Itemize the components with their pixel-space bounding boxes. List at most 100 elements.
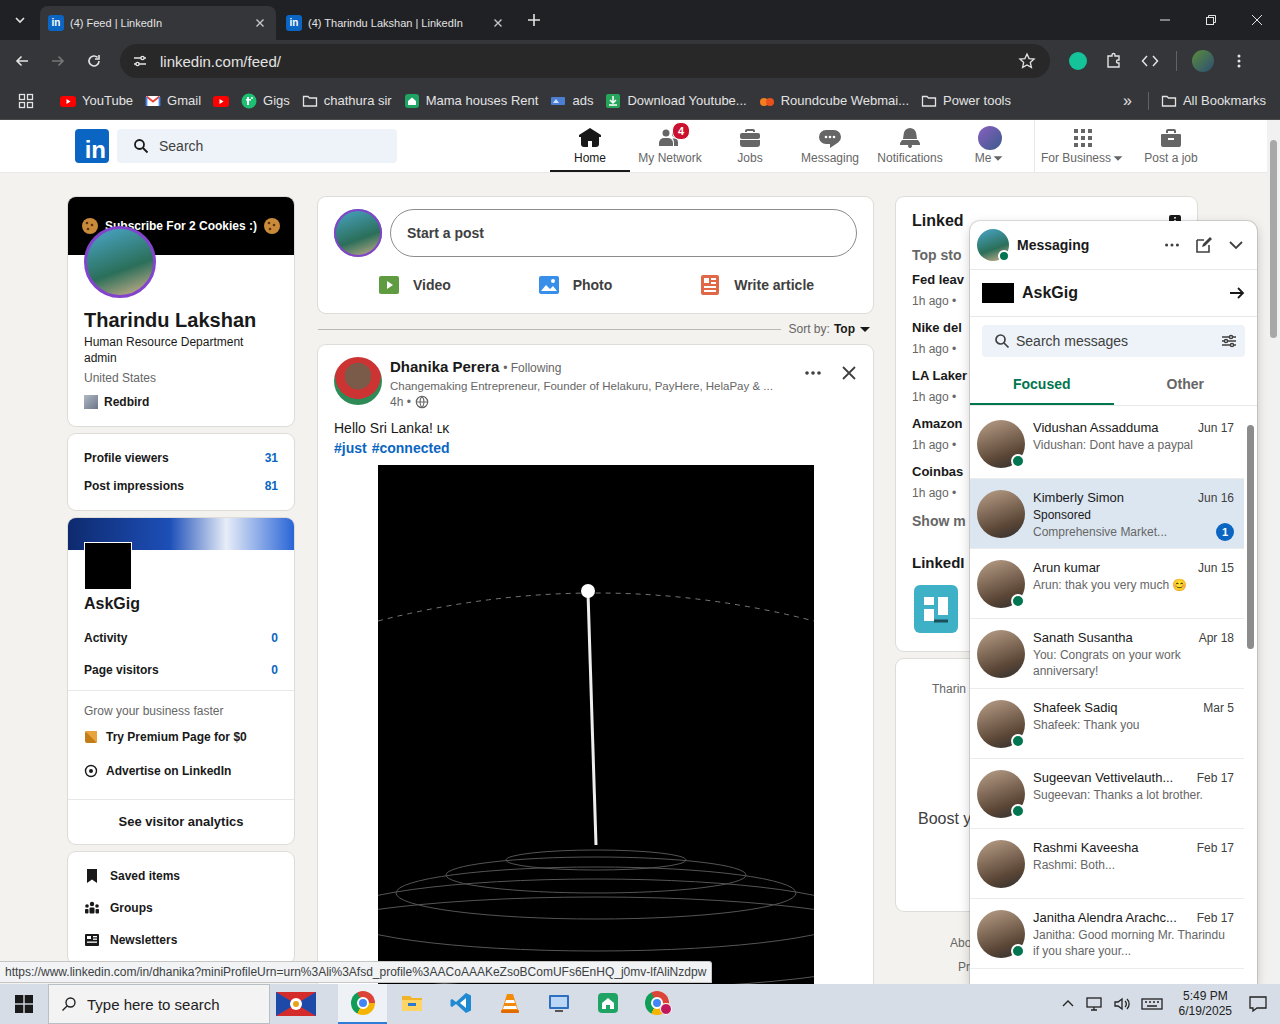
share-action-button[interactable]: Video: [369, 261, 459, 309]
conversation-item[interactable]: Shafeek Sadiq Mar 5 Shafeek: Thank you: [970, 689, 1244, 759]
linkedin-logo[interactable]: in: [75, 129, 109, 163]
share-action-button[interactable]: Photo: [529, 261, 621, 309]
nav-item[interactable]: Post a job: [1131, 120, 1211, 172]
share-action-button[interactable]: Write article: [690, 261, 822, 309]
page-logo[interactable]: [84, 542, 132, 590]
message-tab[interactable]: Focused: [970, 365, 1114, 405]
profile-company[interactable]: Redbird: [84, 394, 278, 410]
user-avatar[interactable]: [334, 209, 382, 257]
stat-row[interactable]: Profile viewers 31: [84, 444, 278, 472]
page-name[interactable]: AskGig: [84, 594, 278, 614]
nav-item[interactable]: Notifications: [870, 120, 950, 172]
scrollbar-thumb[interactable]: [1270, 140, 1277, 338]
chevron-up-icon[interactable]: [1061, 997, 1075, 1011]
shortcut-link[interactable]: Saved items: [84, 860, 278, 892]
volume-icon[interactable]: [1113, 996, 1131, 1012]
conversation-scrollbar[interactable]: [1244, 409, 1257, 984]
taskbar-search-field[interactable]: Type here to search: [48, 984, 270, 1024]
bookmark[interactable]: ads: [544, 89, 599, 113]
nav-item[interactable]: For Business: [1035, 120, 1131, 172]
more-options-button[interactable]: [797, 357, 829, 389]
bookmarks-overflow-button[interactable]: »: [1113, 92, 1142, 110]
address-bar[interactable]: linkedin.com/feed/: [120, 44, 1050, 78]
reload-button[interactable]: [76, 43, 112, 79]
bookmark[interactable]: YouTube: [54, 89, 139, 113]
taskbar-app[interactable]: [534, 984, 583, 1024]
nav-item[interactable]: Home: [550, 120, 630, 172]
browser-tab[interactable]: in (4) Feed | LinkedIn: [40, 6, 276, 40]
keyboard-icon[interactable]: [1141, 996, 1163, 1012]
taskbar-app[interactable]: [436, 984, 485, 1024]
devtools-button[interactable]: [1132, 43, 1168, 79]
bookmark[interactable]: Gmail: [139, 89, 207, 113]
grammarly-button[interactable]: [1060, 43, 1096, 79]
conversation-item[interactable]: Kimberly Simon Jun 16 Sponsored Comprehe…: [970, 479, 1244, 549]
author-name[interactable]: Dhanika Perera: [390, 357, 499, 377]
profile-photo[interactable]: [84, 226, 156, 298]
close-icon[interactable]: [252, 15, 268, 31]
conversation-item[interactable]: Arun kumar Jun 15 Arun: thak you very mu…: [970, 549, 1244, 619]
messaging-header[interactable]: Messaging: [970, 221, 1257, 269]
stat-row[interactable]: Post impressions 81: [84, 472, 278, 500]
bookmark[interactable]: Gigs: [235, 89, 296, 113]
conversation-item[interactable]: Sugeevan Vettivelauth... Feb 17 Sugeevan…: [970, 759, 1244, 829]
star-icon[interactable]: [1018, 52, 1036, 70]
tab-search-button[interactable]: [8, 8, 32, 32]
all-bookmarks-button[interactable]: All Bookmarks: [1155, 89, 1272, 113]
page-stat-row[interactable]: Activity 0: [84, 622, 278, 654]
profile-name[interactable]: Tharindu Lakshan: [84, 308, 278, 332]
caret-down-icon[interactable]: [857, 321, 873, 337]
page-stat-row[interactable]: Page visitors 0: [84, 654, 278, 686]
taskbar-app[interactable]: [632, 984, 681, 1024]
hashtag-link[interactable]: #just: [334, 438, 367, 458]
nav-item[interactable]: 4 My Network: [630, 120, 710, 172]
compose-icon[interactable]: [1195, 236, 1213, 254]
dismiss-post-button[interactable]: [833, 357, 865, 389]
profile-button[interactable]: [1185, 43, 1221, 79]
ellipsis-icon[interactable]: [1163, 236, 1181, 254]
bookmark[interactable]: Power tools: [915, 89, 1017, 113]
taskbar-app[interactable]: [387, 984, 436, 1024]
minimize-button[interactable]: [1142, 0, 1188, 40]
close-window-button[interactable]: [1234, 0, 1280, 40]
close-icon[interactable]: [490, 15, 506, 31]
extensions-button[interactable]: [1096, 43, 1132, 79]
visitor-analytics-link[interactable]: See visitor analytics: [68, 799, 294, 844]
promo-link[interactable]: Try Premium Page for $0: [84, 721, 278, 753]
post-image[interactable]: [378, 465, 814, 984]
chevron-down-icon[interactable]: [1227, 236, 1245, 254]
browser-tab[interactable]: in (4) Tharindu Lakshan | LinkedIn: [278, 6, 514, 40]
start-post-button[interactable]: Start a post: [390, 209, 857, 257]
message-tab[interactable]: Other: [1114, 365, 1258, 405]
notifications-icon[interactable]: [1248, 994, 1268, 1014]
nav-item[interactable]: Messaging: [790, 120, 870, 172]
shortcut-link[interactable]: Newsletters: [84, 924, 278, 956]
clock[interactable]: 5:49 PM 6/19/2025: [1179, 989, 1232, 1019]
message-search-field[interactable]: Search messages: [982, 325, 1245, 357]
start-button[interactable]: [0, 984, 48, 1024]
filter-icon[interactable]: [1221, 333, 1237, 349]
taskbar-app[interactable]: [583, 984, 632, 1024]
conversation-item[interactable]: Sanath Susantha Apr 18 You: Congrats on …: [970, 619, 1244, 689]
hashtag-link[interactable]: #connected: [372, 438, 450, 458]
scrollbar-thumb[interactable]: [1247, 425, 1254, 649]
promo-link[interactable]: Advertise on LinkedIn: [84, 755, 278, 787]
page-scrollbar[interactable]: [1267, 120, 1280, 984]
nav-item[interactable]: Jobs: [710, 120, 790, 172]
new-tab-button[interactable]: [520, 6, 548, 34]
bookmark[interactable]: Roundcube Webmai...: [753, 89, 915, 113]
bookmark[interactable]: chathura sir: [296, 89, 398, 113]
bookmark[interactable]: Download Youtube...: [599, 89, 752, 113]
shortcut-link[interactable]: Groups: [84, 892, 278, 924]
conversation-item[interactable]: Rashmi Kaveesha Feb 17 Rashmi: Both...: [970, 829, 1244, 899]
taskbar-app[interactable]: [338, 984, 387, 1024]
back-button[interactable]: [4, 43, 40, 79]
menu-button[interactable]: [1221, 43, 1257, 79]
restore-button[interactable]: [1188, 0, 1234, 40]
bookmark[interactable]: Mama houses Rent: [398, 89, 545, 113]
network-icon[interactable]: [1085, 996, 1103, 1012]
news-widget[interactable]: [270, 984, 322, 1024]
author-avatar[interactable]: [334, 357, 382, 405]
nav-item[interactable]: Me: [950, 120, 1030, 172]
conversation-item[interactable]: Vidushan Assadduma Jun 17 Vidushan: Dont…: [970, 409, 1244, 479]
